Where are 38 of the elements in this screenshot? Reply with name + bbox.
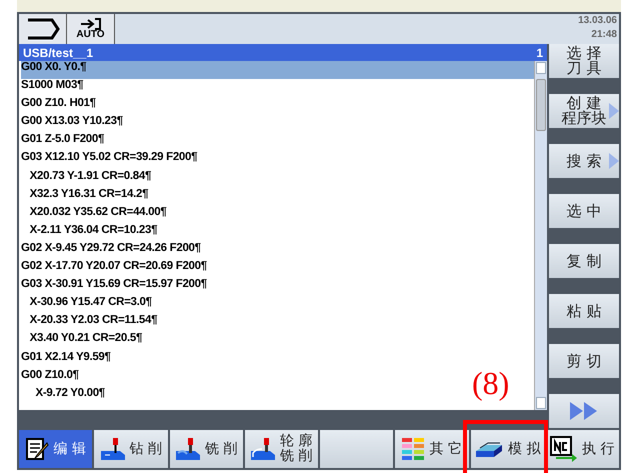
code-line[interactable]: X3.40 Y0.21 CR=20.5¶ — [21, 332, 142, 350]
softkey-button[interactable]: 选 择 刀 具 — [549, 44, 619, 78]
tab-button[interactable]: 铣 削 — [170, 430, 243, 468]
softkey-button[interactable]: 复 制 — [549, 244, 619, 278]
code-line[interactable]: G00 X13.03 Y10.23¶ — [21, 115, 123, 134]
tab-button[interactable]: 编 辑 — [19, 430, 92, 468]
channel-number: 1 — [536, 46, 543, 60]
softkey-button[interactable]: 粘 贴 — [549, 294, 619, 328]
tab-button[interactable]: 执 行 — [546, 430, 619, 468]
code-line[interactable]: X-2.11 Y36.04 CR=10.23¶ — [21, 224, 158, 242]
code-line[interactable]: G00 Z10.0¶ — [21, 368, 79, 387]
code-line[interactable]: G01 X2.14 Y9.59¶ — [21, 350, 111, 369]
time-text: 21:48 — [590, 28, 617, 42]
mode-button[interactable]: AUTO — [67, 14, 115, 44]
code-line[interactable]: G01 Z-5.0 F200¶ — [21, 133, 104, 152]
tab-button[interactable]: 模 拟 — [470, 430, 544, 468]
softkey-button[interactable]: 搜 索 — [549, 144, 619, 178]
tab-button[interactable]: 其 它 — [395, 430, 468, 468]
softkey-button[interactable]: 选 中 — [549, 194, 619, 228]
code-line[interactable]: X-9.72 Y0.00¶ — [21, 386, 105, 405]
file-path: USB/test__1 — [23, 46, 94, 60]
code-line[interactable]: G03 X12.10 Y5.02 CR=39.29 F200¶ — [21, 151, 198, 170]
code-line[interactable]: X-30.96 Y15.47 CR=3.0¶ — [21, 296, 152, 314]
code-line[interactable]: G02 X-9.45 Y29.72 CR=24.26 F200¶ — [21, 242, 201, 260]
code-line[interactable]: G03 X-30.91 Y15.69 CR=15.97 F200¶ — [21, 278, 207, 296]
date-text: 13.03.06 — [578, 14, 617, 28]
code-line[interactable]: G00 Z10. H01¶ — [21, 97, 96, 116]
code-line[interactable]: X20.032 Y35.62 CR=44.00¶ — [21, 206, 166, 224]
code-line[interactable]: S1000 M03¶ — [21, 79, 84, 98]
code-line[interactable]: X-20.33 Y2.03 CR=11.54¶ — [21, 314, 158, 332]
annotation-label: (8) — [472, 367, 510, 399]
softkey-button[interactable]: 剪 切 — [549, 344, 619, 378]
softkey-button[interactable]: 创 建 程序块 — [549, 94, 619, 128]
code-line[interactable]: G02 X-17.70 Y20.07 CR=20.69 F200¶ — [21, 260, 207, 278]
tab-button[interactable]: 轮 廓 铣 削 — [244, 430, 318, 468]
code-line[interactable]: X32.3 Y16.31 CR=14.2¶ — [21, 188, 148, 206]
tab-button[interactable]: 钻 削 — [94, 430, 168, 468]
code-line[interactable]: X20.73 Y-1.91 CR=0.84¶ — [21, 170, 152, 188]
